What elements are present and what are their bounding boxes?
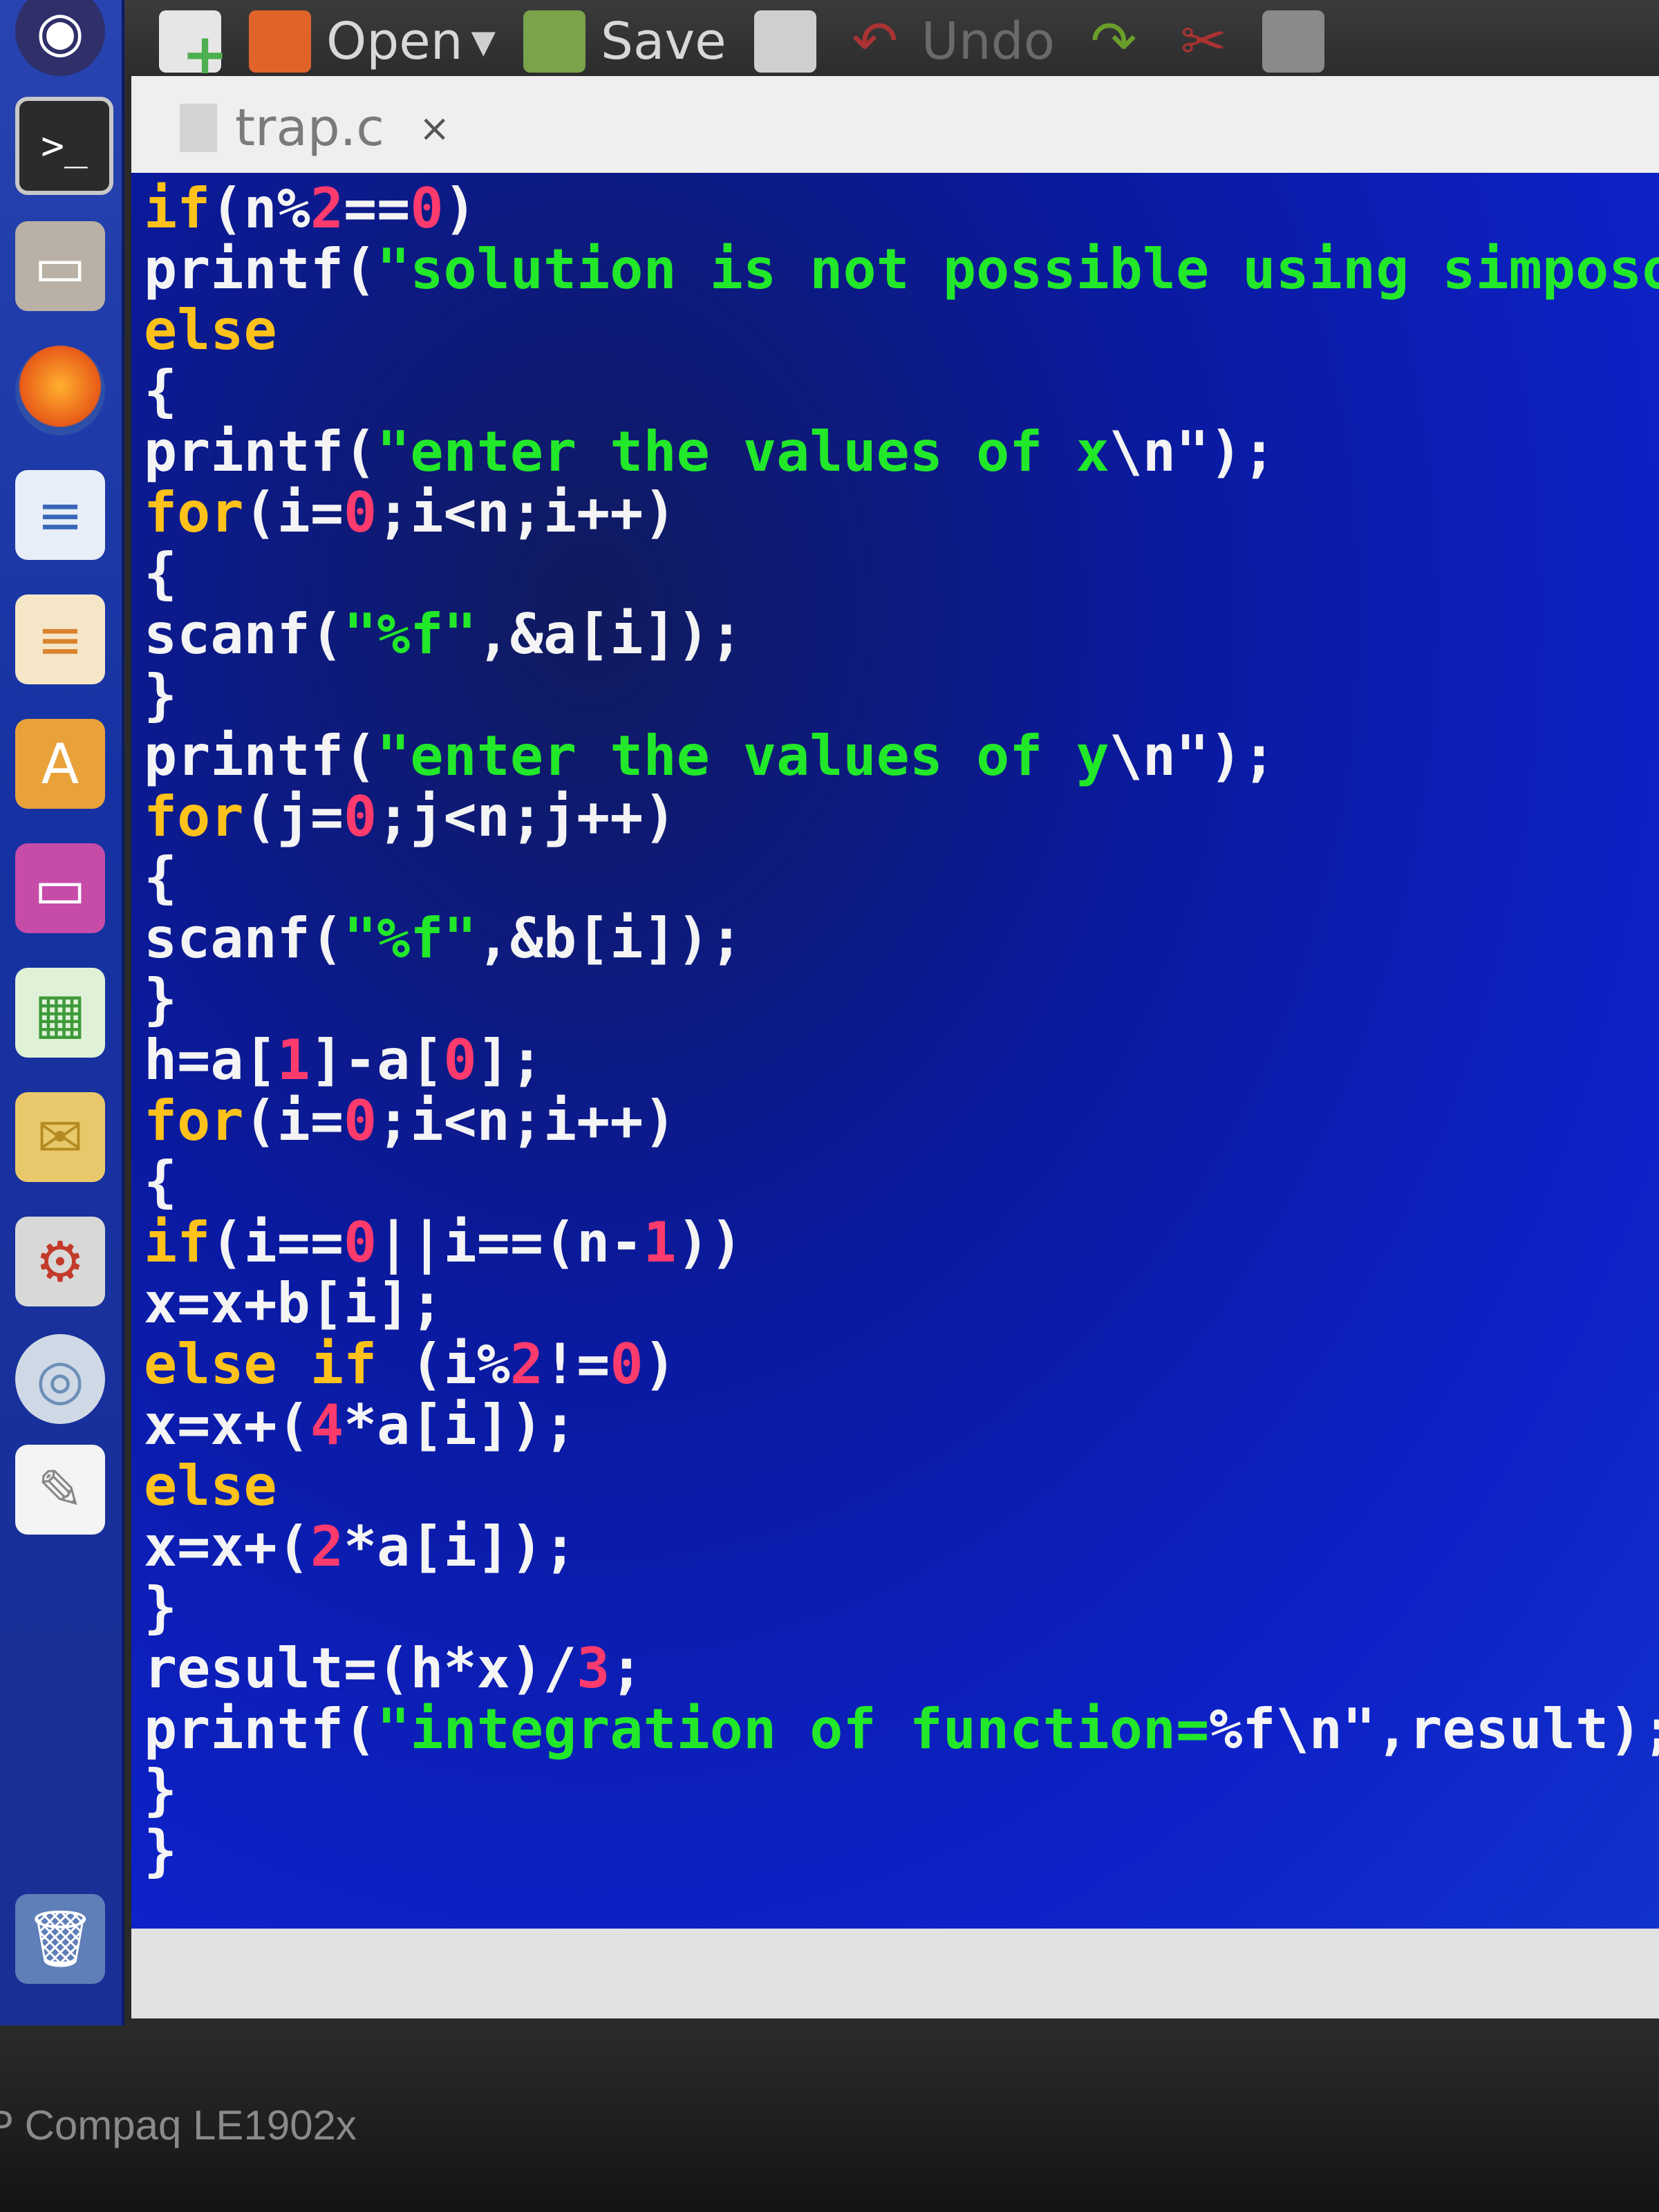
impress-icon[interactable]: ≡ (15, 594, 105, 684)
code-editor[interactable]: if(n%2==0) printf("solution is not possi… (131, 173, 1659, 1929)
cut-button[interactable]: ✂ (1172, 10, 1235, 73)
code-line-14: } (144, 967, 178, 1031)
ubuntu-dash-icon[interactable]: ◉ (15, 0, 105, 76)
open-label: Open (326, 12, 463, 71)
calc-icon[interactable]: ▦ (15, 968, 105, 1058)
save-label: Save (601, 12, 727, 71)
code-line-28: } (144, 1819, 178, 1883)
code-line-16: for(i=0;i<n;i++) (144, 1089, 677, 1153)
undo-icon: ↶ (852, 9, 899, 73)
code-line-19: x=x+b[i]; (144, 1271, 444, 1335)
copy-button[interactable] (1262, 10, 1324, 73)
disc-icon[interactable]: ◎ (15, 1334, 105, 1424)
code-line-21: x=x+(4*a[i]); (144, 1393, 577, 1457)
redo-button[interactable]: ↷ (1082, 10, 1145, 73)
editor-window: trap.c × if(n%2==0) printf("solution is … (131, 76, 1659, 2018)
code-line-13: scanf("%f",&b[i]); (144, 906, 743, 971)
files-icon[interactable]: ▭ (15, 221, 105, 311)
code-line-11: for(j=0;j<n;j++) (144, 785, 677, 849)
firefox-icon[interactable] (15, 346, 105, 435)
code-line-3: else (144, 298, 277, 362)
code-line-17: { (144, 1150, 178, 1214)
tab-trap-c[interactable]: trap.c × (159, 90, 471, 166)
code-line-25: result=(h*x)/3; (144, 1636, 644, 1700)
save-icon (523, 10, 586, 73)
monitor-brand-label: P Compaq LE1902x (0, 2102, 357, 2148)
folder-icon (249, 10, 311, 73)
new-document-button[interactable] (159, 10, 228, 86)
ubuntu-one-icon[interactable]: ▭ (15, 843, 105, 933)
code-line-9: } (144, 663, 178, 727)
code-line-23: x=x+(2*a[i]); (144, 1515, 577, 1579)
code-line-8: scanf("%f",&a[i]); (144, 602, 743, 666)
open-button[interactable]: Open ▼ (249, 10, 496, 73)
undo-label: Undo (921, 12, 1055, 71)
text-editor-icon[interactable]: ✎ (15, 1445, 105, 1535)
settings-icon[interactable]: ⚙ (15, 1217, 105, 1306)
code-line-7: { (144, 541, 178, 606)
editor-toolbar: Open ▼ Save ↶ Undo ↷ ✂ (124, 0, 1659, 86)
code-line-15: h=a[1]-a[0]; (144, 1028, 543, 1092)
chevron-down-icon[interactable]: ▼ (471, 23, 496, 60)
close-icon[interactable]: × (419, 106, 450, 150)
writer-icon[interactable]: ≡ (15, 470, 105, 560)
desktop-screen: ◉ >_ ▭ ≡ ≡ A ▭ ▦ ✉ ⚙ ◎ ✎ 🗑 Open ▼ Save (0, 0, 1659, 2025)
code-line-4: { (144, 359, 178, 423)
print-button[interactable] (753, 10, 816, 73)
printer-icon (753, 10, 816, 73)
cut-icon: ✂ (1180, 9, 1227, 73)
redo-icon: ↷ (1090, 9, 1137, 73)
trash-icon[interactable]: 🗑 (15, 1894, 105, 1984)
code-line-12: { (144, 845, 178, 910)
code-line-24: } (144, 1575, 178, 1640)
code-line-5: printf("enter the values of x\n"); (144, 420, 1276, 484)
code-line-18: if(i==0||i==(n-1)) (144, 1210, 743, 1275)
terminal-icon[interactable]: >_ (15, 97, 113, 195)
new-document-icon (159, 10, 228, 86)
save-button[interactable]: Save (523, 10, 727, 73)
mail-icon[interactable]: ✉ (15, 1092, 105, 1182)
software-center-icon[interactable]: A (15, 719, 105, 809)
code-line-1: if(n%2==0) (144, 176, 477, 241)
monitor-bezel: P Compaq LE1902x (0, 2025, 1659, 2212)
undo-button[interactable]: ↶ Undo (844, 10, 1055, 73)
tab-bar: trap.c × (131, 76, 1659, 173)
code-line-2: printf("solution is not possible using s… (144, 237, 1659, 301)
code-line-27: } (144, 1758, 178, 1822)
code-line-6: for(i=0;i<n;i++) (144, 480, 677, 545)
code-line-22: else (144, 1454, 277, 1518)
tab-filename: trap.c (235, 98, 384, 158)
code-line-10: printf("enter the values of y\n"); (144, 724, 1276, 788)
code-line-20: else if (i%2!=0) (144, 1332, 677, 1396)
code-line-26: printf("integration of function=%f\n",re… (144, 1697, 1659, 1761)
status-bar (131, 1929, 1659, 2018)
copy-icon (1262, 10, 1324, 73)
launcher-sidebar: ◉ >_ ▭ ≡ ≡ A ▭ ▦ ✉ ⚙ ◎ ✎ 🗑 (0, 0, 124, 2025)
file-icon (180, 104, 217, 152)
